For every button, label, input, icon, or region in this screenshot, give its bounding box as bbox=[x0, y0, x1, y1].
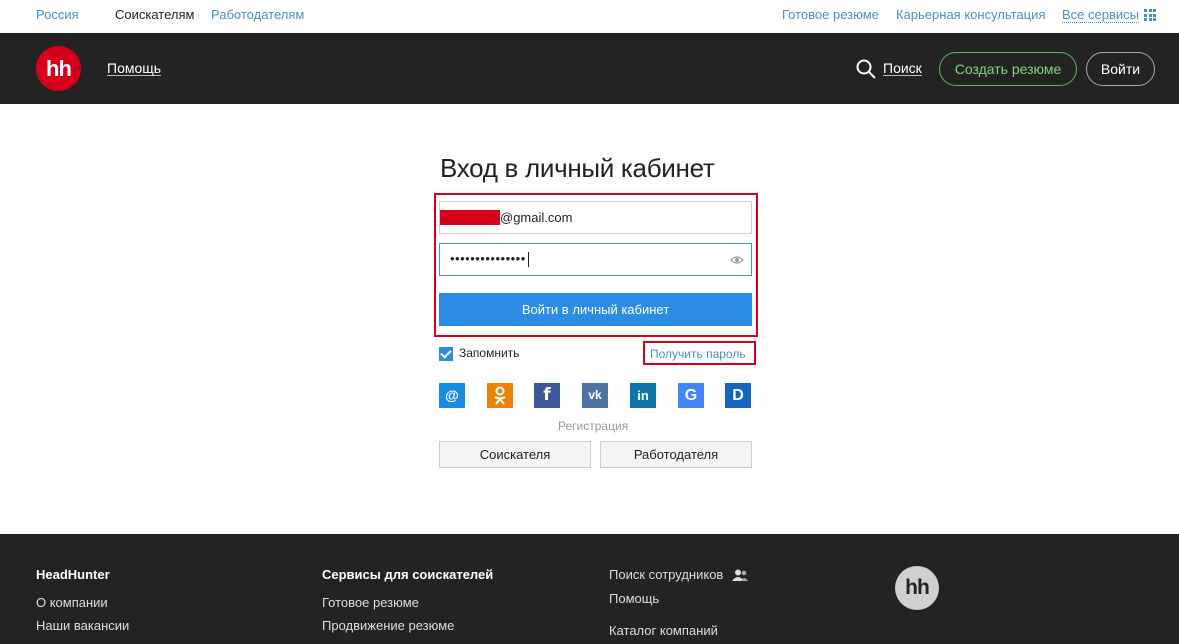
footer-link-about[interactable]: О компании bbox=[36, 595, 108, 610]
hh-logo[interactable]: hh bbox=[36, 46, 81, 91]
main-header: hh Помощь Поиск Создать резюме Войти bbox=[0, 33, 1179, 104]
password-field[interactable]: ••••••••••••••• bbox=[439, 243, 752, 276]
registration-label: Регистрация bbox=[558, 419, 629, 433]
odnoklassniki-icon[interactable] bbox=[487, 383, 513, 408]
footer-link-promote-resume[interactable]: Продвижение резюме bbox=[322, 618, 454, 633]
ready-resume-link[interactable]: Готовое резюме bbox=[782, 7, 879, 22]
footer-link-ready-resume[interactable]: Готовое резюме bbox=[322, 595, 419, 610]
submit-login-button[interactable]: Войти в личный кабинет bbox=[439, 293, 752, 326]
login-button[interactable]: Войти bbox=[1086, 52, 1155, 86]
vkontakte-icon[interactable]: vk bbox=[582, 383, 608, 408]
remember-checkbox[interactable]: Запомнить bbox=[439, 346, 519, 361]
all-services-link[interactable]: Все сервисы bbox=[1062, 7, 1139, 23]
google-icon[interactable]: G bbox=[678, 383, 704, 408]
footer-link-help[interactable]: Помощь bbox=[609, 591, 659, 606]
footer-link-company-catalog[interactable]: Каталог компаний bbox=[609, 623, 718, 638]
search-icon[interactable] bbox=[856, 59, 876, 79]
register-seeker-button[interactable]: Соискателя bbox=[439, 441, 591, 468]
create-resume-button[interactable]: Создать резюме bbox=[939, 52, 1077, 86]
footer-heading-headhunter: HeadHunter bbox=[36, 567, 110, 582]
search-link[interactable]: Поиск bbox=[883, 61, 922, 76]
email-field[interactable]: @gmail.com bbox=[439, 201, 752, 234]
footer-hh-logo[interactable]: hh bbox=[895, 566, 939, 610]
email-value: @gmail.com bbox=[500, 210, 573, 225]
seekers-tab[interactable]: Соискателям bbox=[115, 7, 194, 22]
facebook-icon[interactable]: f bbox=[534, 383, 560, 408]
redaction-mark bbox=[440, 210, 500, 225]
career-consult-link[interactable]: Карьерная консультация bbox=[896, 7, 1045, 22]
text-caret bbox=[527, 252, 529, 268]
help-link[interactable]: Помощь bbox=[107, 61, 162, 76]
mail-ru-icon[interactable]: @ bbox=[439, 383, 465, 408]
grid-icon[interactable] bbox=[1144, 9, 1156, 21]
people-icon bbox=[732, 569, 748, 581]
footer-link-find-employees[interactable]: Поиск сотрудников bbox=[609, 567, 723, 582]
linkedin-icon[interactable]: in bbox=[630, 383, 656, 408]
password-value: ••••••••••••••• bbox=[450, 251, 529, 268]
eye-icon[interactable] bbox=[730, 255, 744, 265]
checkbox-checked-icon[interactable] bbox=[439, 346, 453, 361]
dnevnik-icon[interactable]: D bbox=[725, 383, 751, 408]
employers-tab[interactable]: Работодателям bbox=[211, 7, 304, 22]
footer-heading-seeker-services: Сервисы для соискателей bbox=[322, 567, 494, 582]
region-link[interactable]: Россия bbox=[36, 7, 79, 22]
top-bar: Россия Соискателям Работодателям Готовое… bbox=[0, 0, 1179, 33]
footer-link-vacancies[interactable]: Наши вакансии bbox=[36, 618, 129, 633]
register-employer-button[interactable]: Работодателя bbox=[600, 441, 752, 468]
footer: HeadHunter О компании Наши вакансии Серв… bbox=[0, 534, 1179, 644]
get-password-link[interactable]: Получить пароль bbox=[650, 347, 746, 361]
remember-label: Запомнить bbox=[459, 346, 520, 360]
page-title: Вход в личный кабинет bbox=[440, 153, 715, 183]
